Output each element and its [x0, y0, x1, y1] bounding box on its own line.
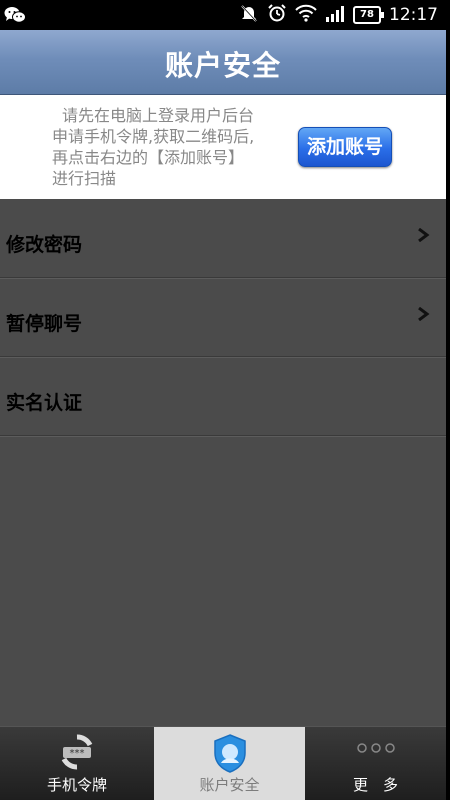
shield-icon	[212, 733, 248, 777]
instruction-text: 请先在电脑上登录用户后台 申请手机令牌,获取二维码后, 再点击右边的【添加账号】…	[52, 105, 287, 189]
page-title: 账户安全	[164, 49, 281, 82]
clock-time: 12:17	[389, 5, 438, 25]
signal-icon	[325, 4, 345, 26]
tab-label: 更 多	[352, 776, 398, 794]
list-item-label: 实名认证	[6, 392, 83, 414]
settings-list: 修改密码 暂停聊号 实名认证	[0, 199, 446, 437]
list-item-label: 暂停聊号	[6, 313, 83, 335]
app-screen: 78 12:17 账户安全 请先在电脑上登录用户后台 申请手机令牌,获取二维码后…	[0, 0, 446, 800]
chevron-right-icon	[418, 307, 430, 321]
instruction-line-3: 再点击右边的【添加账号】	[52, 148, 245, 167]
tab-phone-token[interactable]: *** 手机令牌	[0, 727, 154, 800]
tab-label: 手机令牌	[46, 776, 107, 794]
wifi-icon	[295, 4, 317, 26]
title-bar: 账户安全	[0, 30, 446, 95]
status-bar: 78 12:17	[0, 0, 446, 30]
more-dots-icon	[354, 739, 398, 758]
instruction-line-2: 申请手机令牌,获取二维码后,	[52, 127, 255, 146]
instruction-line-4: 进行扫描	[52, 169, 117, 188]
alarm-clock-icon	[267, 3, 287, 27]
wechat-icon	[4, 6, 26, 28]
tab-account-security[interactable]: 账户安全	[154, 727, 305, 800]
chevron-right-icon	[418, 228, 430, 242]
svg-text:***: ***	[70, 748, 85, 759]
tab-label: 账户安全	[199, 776, 260, 794]
tab-more[interactable]: 更 多	[305, 727, 446, 800]
list-item-real-name-verification[interactable]: 实名认证	[0, 357, 446, 437]
list-item-label: 修改密码	[6, 234, 83, 256]
list-item-change-password[interactable]: 修改密码	[0, 199, 446, 279]
screen-edge	[446, 0, 450, 800]
instruction-line-1: 请先在电脑上登录用户后台	[62, 106, 255, 125]
battery-icon: 78	[353, 6, 384, 24]
list-item-suspend-account[interactable]: 暂停聊号	[0, 278, 446, 358]
mute-icon	[239, 3, 259, 27]
bottom-tab-bar: *** 手机令牌 账户安全 更 多	[0, 726, 446, 800]
token-icon: ***	[57, 733, 97, 775]
add-account-button[interactable]: 添加账号	[298, 127, 392, 167]
